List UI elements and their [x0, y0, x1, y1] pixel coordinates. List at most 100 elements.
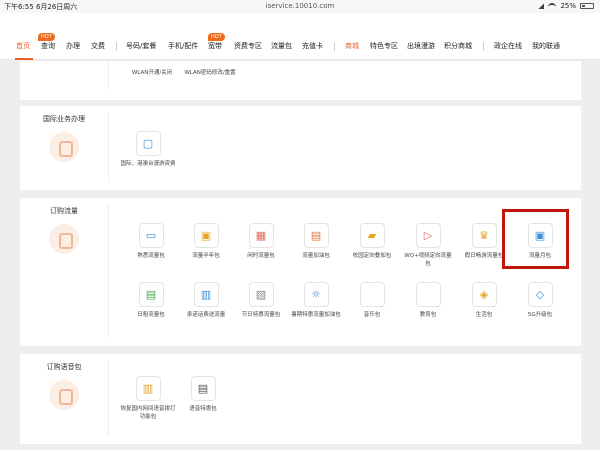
nav-item-home[interactable]: 首页 [16, 41, 30, 51]
voice-pack-icon: ▤ [190, 376, 216, 401]
icon-glyph: ♛ [479, 229, 489, 242]
traffic-item[interactable]: ▷ WO+视频定向流量包 [402, 223, 454, 268]
nav-item-recharge-card[interactable]: 充值卡 [302, 41, 323, 51]
category-title: 订购流量 [50, 207, 78, 215]
item-intl-roaming[interactable]: ▢ 国际、港澳台漫游资费 [120, 131, 176, 169]
nav-item-roaming[interactable]: 出境漫游 [407, 41, 435, 51]
nav-item-tariffs[interactable]: 资费专区 [234, 41, 262, 51]
item-wlan-toggle[interactable]: WLAN开通/关闭 [122, 65, 182, 78]
address-url[interactable]: iservice.10010.com [0, 2, 600, 10]
traffic-item-icon: ◈ [471, 282, 497, 307]
traffic-item[interactable]: ▥ 承诺话费送流量 [180, 282, 232, 320]
card-divider [108, 61, 109, 89]
phone-icon [49, 380, 79, 410]
icon-glyph: ▷ [423, 229, 433, 242]
traffic-item-icon: ▰ [359, 223, 385, 248]
traffic-item-icon: ▧ [248, 282, 274, 307]
nav-item-phones[interactable]: 手机/配件 [168, 41, 198, 51]
traffic-item-icon: ▷ [415, 223, 441, 248]
traffic-item[interactable]: ▭ 熟悉流量包 [125, 223, 177, 261]
item-label: 语音特惠包 [189, 406, 217, 412]
nav-item-points-mall[interactable]: 积分商城 [444, 41, 472, 51]
item-label: 音乐包 [363, 312, 381, 318]
item-label: 国际、港澳台漫游资费 [120, 161, 176, 167]
traffic-item-icon: ◇ [527, 282, 553, 307]
nav-item-pay[interactable]: 交费 [91, 41, 105, 51]
signal-icon [538, 3, 545, 9]
chart-icon [49, 224, 79, 254]
item-label: 节日特惠流量包 [241, 312, 281, 318]
card-divider [108, 112, 109, 182]
traffic-item-icon [415, 282, 441, 307]
category-intl: 国际业务办理 [20, 106, 108, 162]
item-label: 暑期特惠流量加油包 [291, 312, 341, 318]
item-label: 生活包 [475, 312, 493, 318]
wifi-icon [548, 3, 557, 9]
globe-icon [49, 132, 79, 162]
icon-glyph: ▣ [200, 229, 212, 242]
status-bar: 下午6:55 6月26日周六 iservice.10010.com 25% [0, 0, 600, 13]
traffic-item[interactable]: ◇ 5G升级包 [514, 282, 566, 320]
item-voice-restore[interactable]: ▥ 恢复国内网间语音拨打功能包 [120, 376, 176, 421]
main-nav: HOT HOT 首页 查询 办理 交费 号码/套餐 手机/配件 宽带 资费专区 … [0, 13, 600, 60]
traffic-item[interactable]: ▣ 流量半年包 [180, 223, 232, 261]
traffic-item[interactable]: 音乐包 [346, 282, 398, 320]
item-label: 闲时流量包 [247, 253, 275, 259]
item-label: 恢复国内网间语音拨打功能包 [120, 406, 176, 420]
traffic-item[interactable]: ◈ 生活包 [458, 282, 510, 320]
category-traffic: 订购流量 [20, 198, 108, 254]
icon-glyph: ▤ [145, 288, 157, 301]
voice-card: 订购语音包 ▥ 恢复国内网间语音拨打功能包 ▤ 语音特惠包 [20, 354, 581, 444]
traffic-item-icon: ▦ [248, 223, 274, 248]
icon-glyph: ▦ [255, 229, 267, 242]
item-label: 流量半年包 [192, 253, 220, 259]
item-label: 日租流量包 [137, 312, 165, 318]
item-voice-discount[interactable]: ▤ 语音特惠包 [177, 376, 229, 414]
traffic-item[interactable]: ▤ 日租流量包 [125, 282, 177, 320]
item-wlan-password[interactable]: WLAN密码修改/重置 [178, 65, 242, 78]
icon-glyph: ◇ [535, 288, 545, 301]
battery-icon [580, 3, 594, 9]
nav-separator [334, 42, 335, 51]
nav-item-enterprise[interactable]: 政企在线 [494, 41, 522, 51]
nav-item-mall[interactable]: 商城 [345, 41, 359, 51]
item-label: WLAN开通/关闭 [131, 70, 173, 76]
traffic-card: 订购流量 ▭ 熟悉流量包 ▣ 流量半年包 ▦ 闲时流量包 ▤ 流量加油包 ▰ 校园定向叠加包 ▷ WO… [20, 198, 581, 346]
nav-item-featured[interactable]: 特色专区 [370, 41, 398, 51]
nav-item-handle[interactable]: 办理 [66, 41, 80, 51]
traffic-item[interactable]: ☼ 暑期特惠流量加油包 [290, 282, 342, 320]
traffic-item[interactable]: 教育包 [402, 282, 454, 320]
status-indicators: 25% [538, 2, 594, 10]
traffic-item[interactable]: ▰ 校园定向叠加包 [346, 223, 398, 261]
nav-item-my-unicom[interactable]: 我的联通 [532, 41, 560, 51]
traffic-item[interactable]: ▧ 节日特惠流量包 [235, 282, 287, 320]
item-label: 校园定向叠加包 [352, 253, 392, 259]
item-label: 5G升级包 [527, 312, 553, 318]
nav-active-indicator [15, 58, 33, 60]
card-divider [108, 360, 109, 436]
icon-glyph: ☼ [311, 288, 321, 301]
traffic-item-icon: ▤ [138, 282, 164, 307]
category-title: 国际业务办理 [43, 115, 85, 123]
icon-glyph: ◈ [479, 288, 489, 301]
roaming-icon: ▢ [135, 131, 161, 156]
traffic-item[interactable]: ▦ 闲时流量包 [235, 223, 287, 261]
icon-glyph: ▰ [367, 229, 377, 242]
hot-badge: HOT [38, 33, 55, 41]
icon-glyph: ▤ [310, 229, 322, 242]
card-divider [108, 204, 109, 338]
icon-glyph: ▥ [200, 288, 212, 301]
nav-item-plans[interactable]: 号码/套餐 [126, 41, 156, 51]
item-label: 流量加油包 [302, 253, 330, 259]
battery-percent: 25% [560, 2, 576, 10]
nav-item-broadband[interactable]: 宽带 [208, 41, 222, 51]
traffic-item[interactable]: ▤ 流量加油包 [290, 223, 342, 261]
item-label: 承诺话费送流量 [186, 312, 226, 318]
nav-item-traffic-pack[interactable]: 流量包 [271, 41, 292, 51]
traffic-item-icon: ☼ [303, 282, 329, 307]
hot-badge: HOT [208, 33, 225, 41]
item-label: 教育包 [419, 312, 437, 318]
highlight-box [502, 209, 569, 269]
traffic-item-icon [359, 282, 385, 307]
nav-item-query[interactable]: 查询 [41, 41, 55, 51]
